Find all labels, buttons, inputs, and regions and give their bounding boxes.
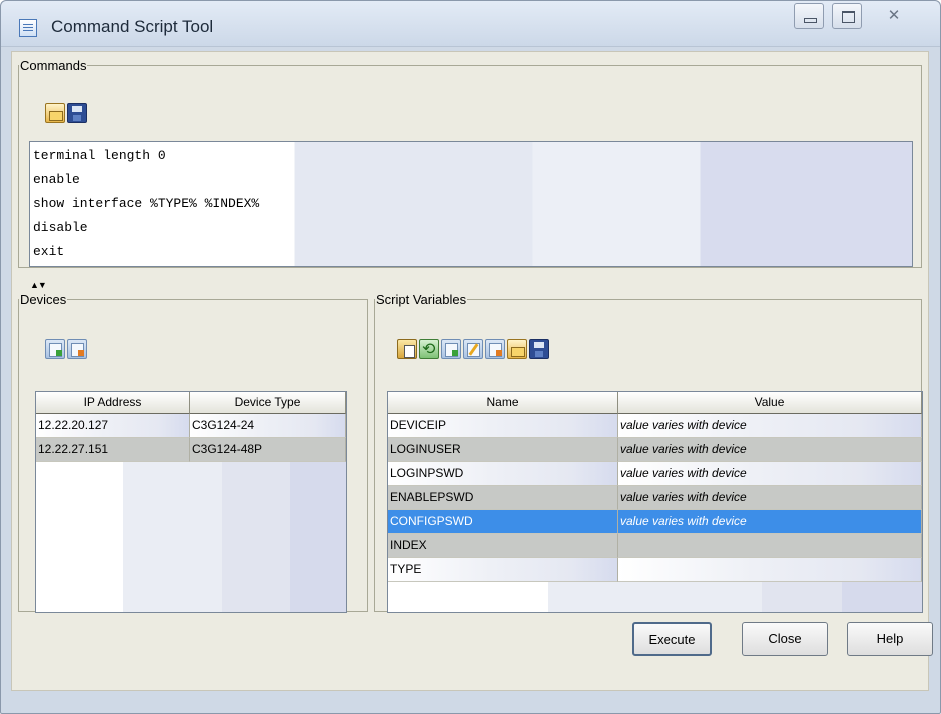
command-line: show interface %TYPE% %INDEX% [33,196,260,211]
variable-value-cell: value varies with device [618,414,922,438]
script-variables-legend: Script Variables [376,292,467,307]
commands-group: Commands terminal length 0 enable show i… [18,58,922,268]
table-row[interactable]: ENABLEPSWD value varies with device [388,486,922,510]
table-row[interactable]: 12.22.27.151 C3G124-48P [36,438,346,462]
command-line: terminal length 0 [33,148,166,163]
variables-toolbar [397,339,549,359]
save-file-icon[interactable] [67,103,87,123]
commands-legend: Commands [20,58,87,73]
table-row[interactable]: 12.22.20.127 C3G124-24 [36,414,346,438]
variable-name-cell: DEVICEIP [388,414,618,438]
variable-value-cell [618,558,922,582]
column-header-device-type[interactable]: Device Type [190,392,346,414]
variable-name-cell: LOGINUSER [388,438,618,462]
variable-name-cell: INDEX [388,534,618,558]
variable-name-cell: CONFIGPSWD [388,510,618,534]
device-type-cell: C3G124-48P [190,438,346,462]
column-header-name[interactable]: Name [388,392,618,414]
title-bar[interactable]: Command Script Tool ✕ [1,1,940,47]
variable-value-cell [618,534,922,558]
devices-toolbar [45,339,87,359]
app-icon [19,19,37,37]
variable-value-cell: value varies with device [618,438,922,462]
variable-value-cell: value varies with device [618,510,922,534]
execute-button[interactable]: Execute [632,622,712,656]
table-row-selected[interactable]: CONFIGPSWD value varies with device [388,510,922,534]
variable-value-cell: value varies with device [618,462,922,486]
commands-editor[interactable]: terminal length 0 enable show interface … [29,141,913,267]
close-window-button[interactable]: ✕ [870,3,918,29]
save-file-icon[interactable] [529,339,549,359]
refresh-icon[interactable] [419,339,439,359]
variable-name-cell: ENABLEPSWD [388,486,618,510]
maximize-button[interactable] [832,3,862,29]
table-row[interactable]: LOGINUSER value varies with device [388,438,922,462]
devices-table-header: IP Address Device Type [36,392,346,414]
devices-table: IP Address Device Type 12.22.20.127 C3G1… [35,391,347,613]
script-variables-group: Script Variables Name Value DEVICEIP val… [374,292,923,613]
dialog-content: Commands terminal length 0 enable show i… [11,51,933,691]
table-row[interactable]: LOGINPSWD value varies with device [388,462,922,486]
column-header-value[interactable]: Value [618,392,922,414]
device-ip-cell: 12.22.20.127 [36,414,190,438]
add-device-icon[interactable] [45,339,65,359]
window-controls: ✕ [794,3,918,29]
command-line: disable [33,220,88,235]
variable-name-cell: TYPE [388,558,618,582]
edit-variable-icon[interactable] [463,339,483,359]
commands-toolbar [45,103,87,123]
table-row[interactable]: INDEX [388,534,922,558]
script-variables-table: Name Value DEVICEIP value varies with de… [387,391,923,613]
splitter-arrows-icon[interactable]: ▲▼ [30,280,47,290]
devices-legend: Devices [20,292,67,307]
add-variable-icon[interactable] [441,339,461,359]
variable-value-cell: value varies with device [618,486,922,510]
command-line: exit [33,244,65,259]
table-row[interactable]: TYPE [388,558,922,582]
minimize-button[interactable] [794,3,824,29]
table-row[interactable]: DEVICEIP value varies with device [388,414,922,438]
command-line: enable [33,172,80,187]
variable-name-cell: LOGINPSWD [388,462,618,486]
variables-table-header: Name Value [388,392,922,414]
open-file-icon[interactable] [45,103,65,123]
device-ip-cell: 12.22.27.151 [36,438,190,462]
remove-device-icon[interactable] [67,339,87,359]
devices-group: Devices IP Address Device Type 12.22.20.… [18,292,368,613]
open-file-icon[interactable] [507,339,527,359]
remove-variable-icon[interactable] [485,339,505,359]
device-type-cell: C3G124-24 [190,414,346,438]
window-title: Command Script Tool [51,17,214,36]
help-button[interactable]: Help [847,622,933,656]
command-script-tool-window: Command Script Tool ✕ Commands terminal … [0,0,941,714]
column-header-ip-address[interactable]: IP Address [36,392,190,414]
paste-icon[interactable] [397,339,417,359]
close-button[interactable]: Close [742,622,828,656]
